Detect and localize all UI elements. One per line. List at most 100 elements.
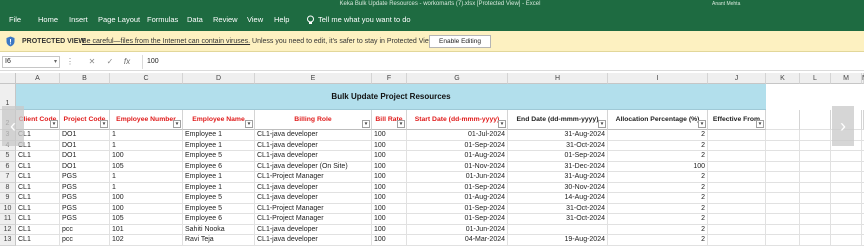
table-cell[interactable]: 01-Sep-2024 [508,151,608,162]
table-cell[interactable]: 2 [608,224,708,235]
table-cell[interactable]: 2 [608,203,708,214]
table-cell[interactable]: pcc [60,235,110,246]
table-cell[interactable]: CL1 [16,172,60,183]
table-cell[interactable]: CL1-java developer [255,130,372,141]
table-cell[interactable]: PGS [60,203,110,214]
column-header-j[interactable]: J [708,73,766,84]
table-cell[interactable]: Ravi Teja [183,235,255,246]
header-cell[interactable]: Billing Role ▾ [255,110,372,130]
table-cell[interactable]: 102 [110,235,183,246]
table-cell[interactable]: Employee 6 [183,214,255,225]
table-cell[interactable]: 101 [110,224,183,235]
table-cell[interactable]: 01-Jun-2024 [407,172,508,183]
header-cell[interactable]: Allocation Percentage (%) ▾ [608,110,708,130]
table-cell[interactable]: CL1-java developer [255,151,372,162]
header-cell[interactable]: Project Code ▾ [60,110,110,130]
table-cell-empty[interactable] [766,235,800,246]
table-cell-empty[interactable] [831,193,862,204]
table-cell[interactable]: 100 [372,224,407,235]
sheet-banner-title[interactable]: Bulk Update Project Resources [16,84,766,110]
table-cell[interactable]: 100 [372,140,407,151]
table-cell[interactable]: Employee 1 [183,140,255,151]
table-cell-empty[interactable] [831,172,862,183]
table-cell[interactable] [708,203,766,214]
column-header-d[interactable]: D [183,73,255,84]
filter-dropdown-icon[interactable]: ▾ [756,120,764,128]
table-cell[interactable]: 14-Aug-2024 [508,193,608,204]
column-header-c[interactable]: C [110,73,183,84]
column-header-h[interactable]: H [508,73,608,84]
table-cell[interactable]: 19-Aug-2024 [508,235,608,246]
table-cell[interactable]: Employee 5 [183,151,255,162]
name-box[interactable]: I6 ▾ [2,56,60,68]
table-cell-empty[interactable] [800,224,831,235]
filter-dropdown-icon[interactable]: ▾ [100,120,108,128]
chevron-down-icon[interactable]: ▾ [54,57,57,67]
header-cell[interactable]: Employee Number ▾ [110,110,183,130]
table-cell-empty[interactable] [800,140,831,151]
table-cell[interactable]: DO1 [60,140,110,151]
table-cell[interactable] [708,214,766,225]
user-name[interactable]: Anant Mehta [712,0,740,9]
header-cell[interactable]: Start Date (dd-mmm-yyyy) ▾ [407,110,508,130]
column-header-g[interactable]: G [407,73,508,84]
table-cell-empty[interactable] [800,214,831,225]
column-header-i[interactable]: I [608,73,708,84]
table-cell[interactable]: 100 [372,172,407,183]
filter-dropdown-icon[interactable]: ▾ [397,120,405,128]
table-cell-empty[interactable] [831,235,862,246]
filter-dropdown-icon[interactable]: ▾ [173,120,181,128]
table-cell[interactable]: CL1 [16,235,60,246]
table-cell[interactable]: 2 [608,130,708,141]
tab-view[interactable]: View [247,15,263,25]
table-cell-empty[interactable] [831,161,862,172]
table-cell[interactable]: 100 [372,182,407,193]
table-cell-empty[interactable] [800,130,831,141]
table-cell-empty[interactable] [831,214,862,225]
table-cell-empty[interactable] [766,203,800,214]
insert-function-button[interactable]: fx [121,56,133,68]
filter-dropdown-icon[interactable]: ▾ [598,120,606,128]
table-cell[interactable]: 01-Nov-2024 [407,161,508,172]
table-cell[interactable]: PGS [60,214,110,225]
column-header-b[interactable]: B [60,73,110,84]
column-header-k[interactable]: K [766,73,800,84]
table-cell[interactable] [708,140,766,151]
enter-icon[interactable]: ✓ [104,56,116,68]
table-cell[interactable]: 100 [372,130,407,141]
table-cell[interactable] [708,182,766,193]
column-header-l[interactable]: L [800,73,831,84]
table-cell[interactable]: 31-Oct-2024 [508,140,608,151]
table-cell[interactable]: CL1 [16,193,60,204]
table-cell[interactable]: DO1 [60,130,110,141]
prev-nav-button[interactable]: ‹ [2,106,24,146]
table-cell[interactable]: 100 [110,193,183,204]
table-cell-empty[interactable] [800,172,831,183]
row-header-8[interactable]: 8 [0,182,16,193]
table-cell[interactable]: 01-Aug-2024 [407,193,508,204]
table-cell[interactable]: 100 [372,193,407,204]
table-cell[interactable]: 31-Aug-2024 [508,130,608,141]
table-cell[interactable]: CL1-java developer [255,182,372,193]
table-cell[interactable]: Employee 5 [183,203,255,214]
table-cell[interactable]: 100 [110,203,183,214]
table-cell[interactable]: 01-Sep-2024 [407,140,508,151]
table-cell-empty[interactable] [766,151,800,162]
table-cell-empty[interactable] [766,193,800,204]
table-cell[interactable]: CL1-java developer [255,235,372,246]
table-cell-empty[interactable] [831,151,862,162]
filter-dropdown-icon[interactable]: ▾ [245,120,253,128]
table-cell[interactable] [708,193,766,204]
filter-dropdown-icon[interactable]: ▾ [498,120,506,128]
row-header-10[interactable]: 10 [0,203,16,214]
table-cell[interactable]: CL1-Project Manager [255,214,372,225]
select-all-corner[interactable] [0,73,16,84]
row-header-12[interactable]: 12 [0,224,16,235]
row-header-6[interactable]: 6 [0,161,16,172]
column-header-e[interactable]: E [255,73,372,84]
table-cell[interactable]: 2 [608,140,708,151]
tab-help[interactable]: Help [274,15,289,25]
table-cell-empty[interactable] [800,235,831,246]
tab-page-layout[interactable]: Page Layout [98,15,140,25]
table-cell[interactable] [708,172,766,183]
